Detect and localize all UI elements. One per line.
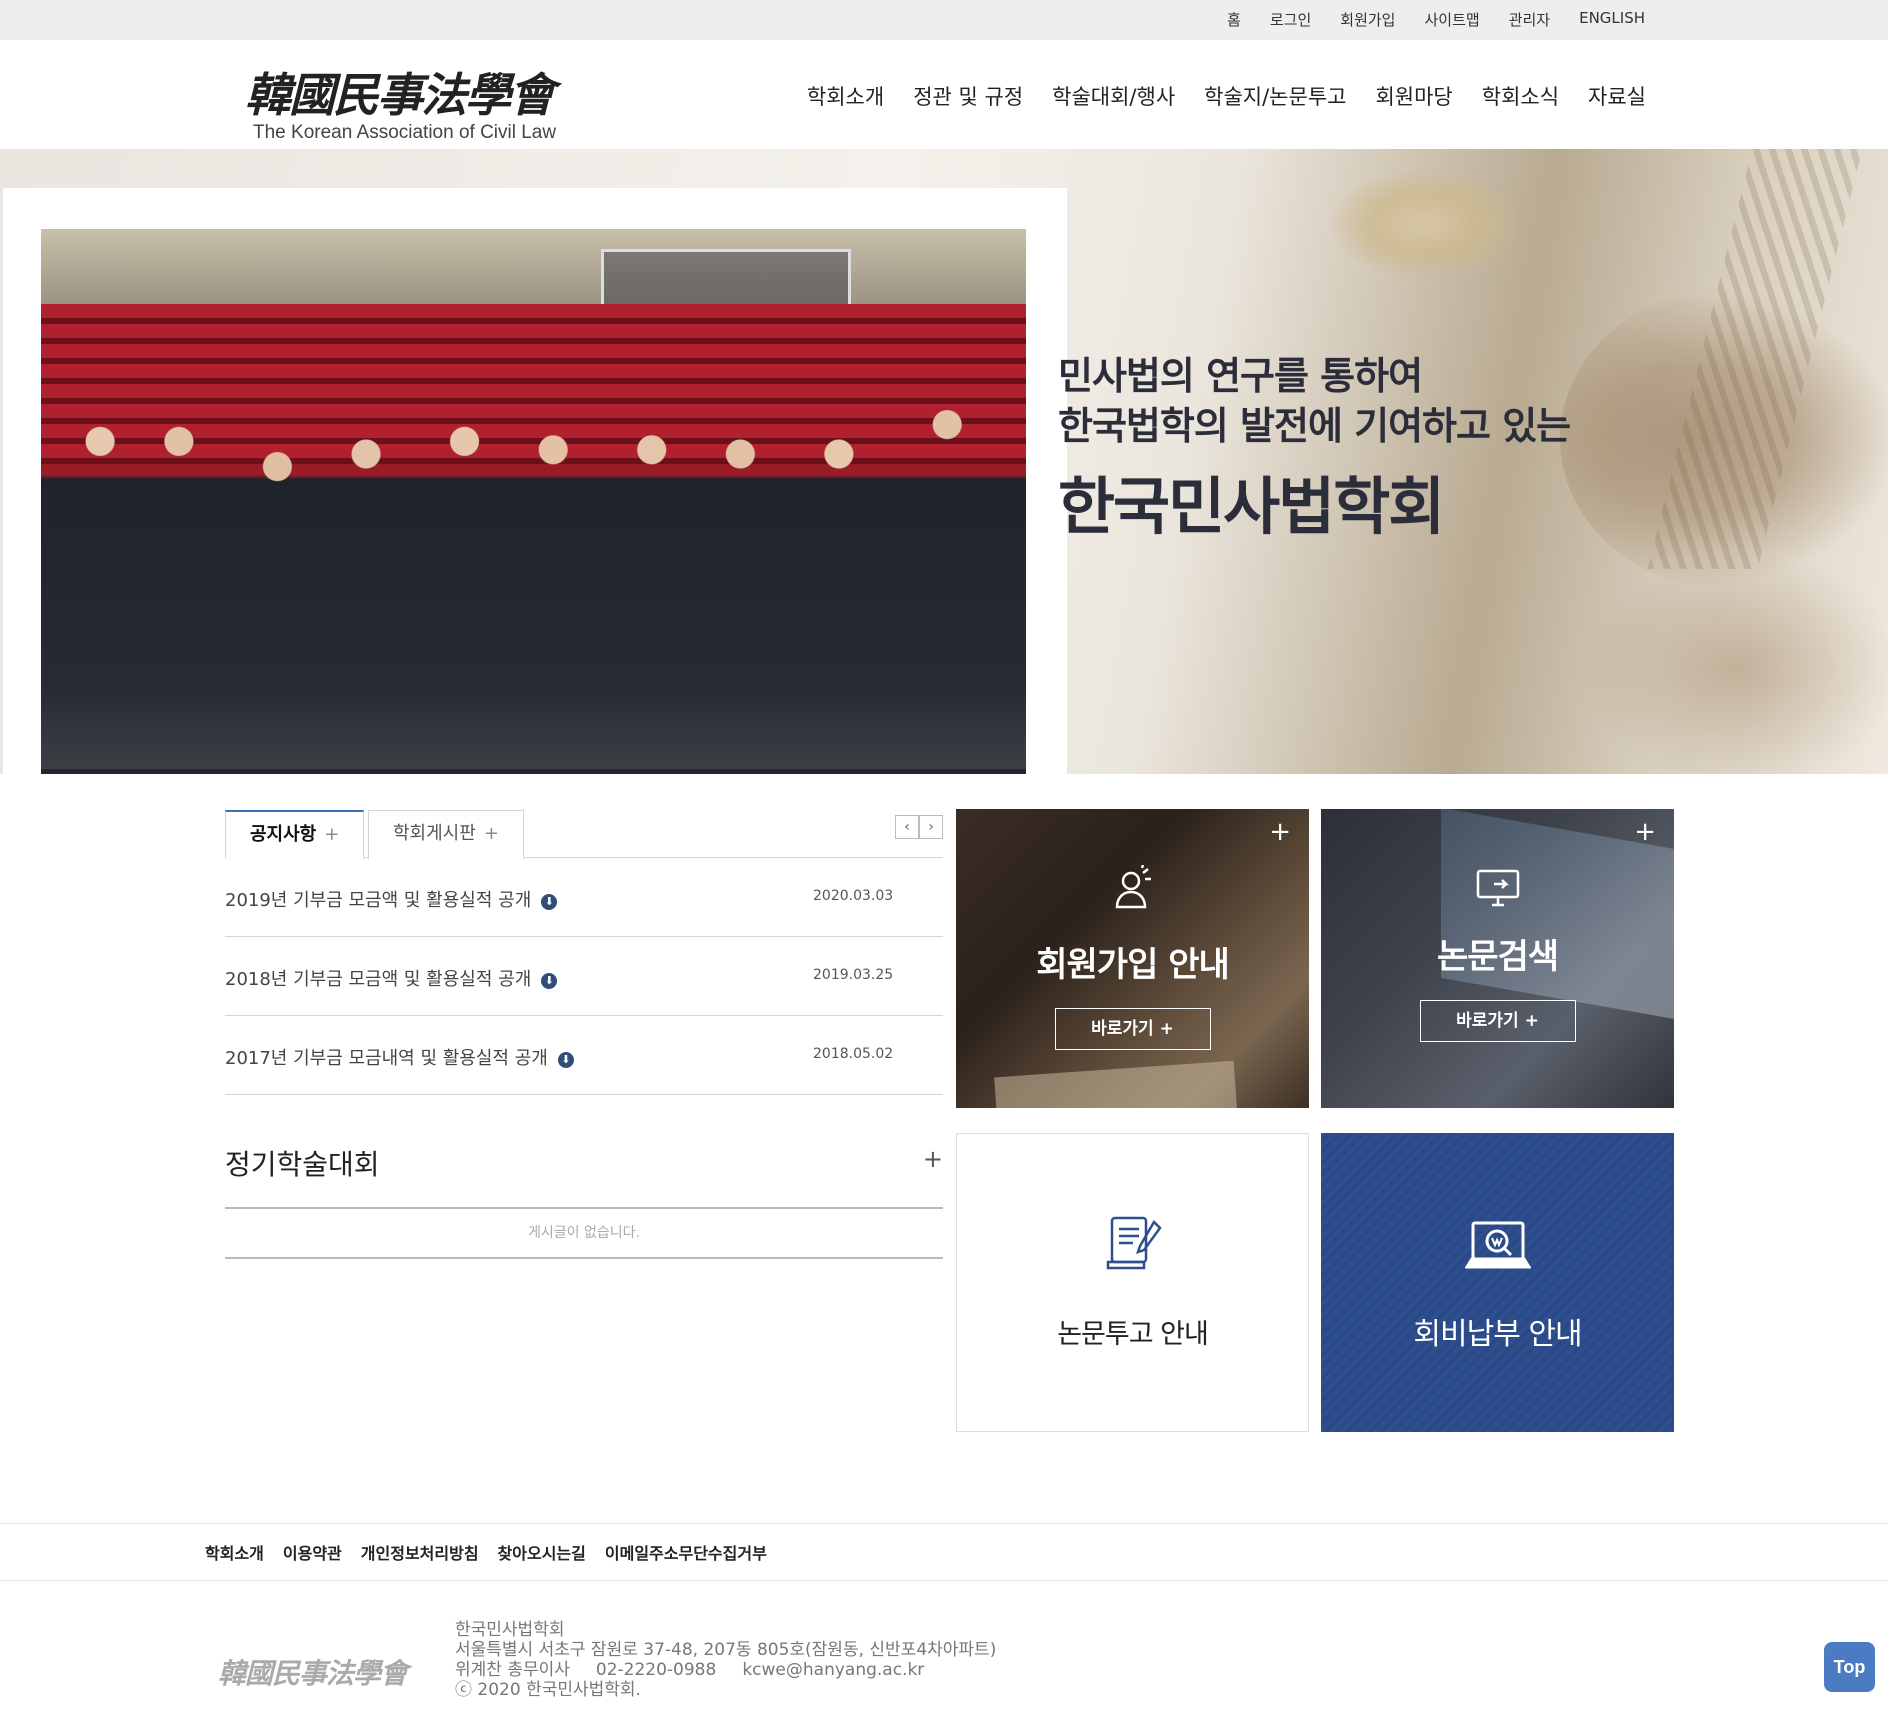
nav-conference[interactable]: 학술대회/행사 (1052, 81, 1175, 111)
conference-title-text: 정기학술대회 (225, 1148, 380, 1181)
post-title-text: 2017년 기부금 모금내역 및 활용실적 공개 (225, 1048, 548, 1069)
photo-ceiling (41, 229, 1026, 304)
main-nav: 학회소개 정관 및 규정 학술대회/행사 학술지/논문투고 회원마당 학회소식 … (807, 81, 1646, 111)
tab-notice[interactable]: 공지사항 + (225, 810, 365, 859)
hero-title: 한국민사법학회 (1058, 470, 1445, 543)
post-date: 2020.03.03 (813, 888, 894, 904)
post-title-text: 2019년 기부금 모금액 및 활용실적 공개 (225, 890, 532, 911)
footer-org: 한국민사법학회 (455, 1620, 565, 1640)
list-item[interactable]: 2018년 기부금 모금액 및 활용실적 공개 ⬇ 2019.03.25 (225, 937, 943, 1016)
notice-board: 공지사항 + 학회게시판 + ‹ › 2019년 기부금 모금액 및 활용실적 공개… (225, 810, 943, 1095)
util-signup[interactable]: 회원가입 (1340, 9, 1395, 30)
nav-journal[interactable]: 학술지/논문투고 (1204, 81, 1346, 111)
tab-board-label: 학회게시판 (393, 823, 476, 844)
footer-links: 학회소개 이용약관 개인정보처리방침 찾아오시는길 이메일주소무단수집거부 (205, 1540, 767, 1564)
photo-crowd (41, 349, 1026, 769)
empty-message: 게시글이 없습니다. (225, 1209, 943, 1259)
logo-hanja: 韓國民事法學會 (245, 68, 555, 122)
hero-line-1: 민사법의 연구를 통하여 (1058, 354, 1423, 398)
submission-guide-title: 논문투고 안내 (1057, 1319, 1209, 1350)
hero-gavel-decoration (1580, 549, 1888, 774)
footer-email[interactable]: kcwe@hanyang.ac.kr (742, 1660, 924, 1680)
plus-icon[interactable]: + (324, 824, 339, 845)
util-login[interactable]: 로그인 (1270, 9, 1311, 30)
util-english[interactable]: ENGLISH (1579, 9, 1645, 30)
tab-board[interactable]: 학회게시판 + (368, 810, 524, 859)
utility-nav: 홈 로그인 회원가입 사이트맵 관리자 ENGLISH (1227, 9, 1645, 30)
footer-link-email-policy[interactable]: 이메일주소무단수집거부 (605, 1540, 767, 1564)
scroll-top-button[interactable]: Top (1824, 1642, 1875, 1692)
nav-archive[interactable]: 자료실 (1588, 81, 1646, 111)
plus-icon[interactable]: + (484, 823, 499, 844)
plus-icon[interactable]: + (1269, 817, 1291, 847)
footer-contact: 위계찬 총무이사 02-2220-0988 kcwe@hanyang.ac.kr (455, 1660, 996, 1680)
paper-search-card[interactable]: + 논문검색 바로가기 + (1321, 809, 1674, 1108)
footer-nav: 학회소개 이용약관 개인정보처리방침 찾아오시는길 이메일주소무단수집거부 (0, 1523, 1888, 1581)
tab-notice-label: 공지사항 (250, 824, 317, 845)
monitor-icon (1474, 867, 1522, 920)
board-tabs: 공지사항 + 학회게시판 + ‹ › (225, 810, 943, 859)
membership-guide-title: 회원가입 안내 (1036, 945, 1230, 985)
header: 韓國民事法學會 The Korean Association of Civil … (0, 40, 1888, 148)
fee-guide-title: 회비납부 안내 (1413, 1317, 1582, 1352)
nav-members[interactable]: 회원마당 (1375, 81, 1452, 111)
hero-line-2: 한국법학의 발전에 기여하고 있는 (1058, 404, 1571, 448)
post-title[interactable]: 2018년 기부금 모금액 및 활용실적 공개 ⬇ (225, 965, 558, 991)
chevron-right-icon[interactable]: › (919, 815, 943, 839)
footer-copyright: ⓒ 2020 한국민사법학회. (455, 1680, 641, 1700)
post-date: 2019.03.25 (813, 967, 894, 983)
user-icon (1109, 864, 1157, 922)
chevron-left-icon[interactable]: ‹ (895, 815, 919, 839)
hero-text: 민사법의 연구를 통하여 한국법학의 발전에 기여하고 있는 한국민사법학회 (1058, 351, 1571, 549)
download-icon[interactable]: ⬇ (557, 1052, 574, 1068)
footer-link-privacy[interactable]: 개인정보처리방침 (361, 1540, 479, 1564)
footer-link-about[interactable]: 학회소개 (205, 1540, 264, 1564)
fee-guide-card[interactable]: 회비납부 안내 (1321, 1133, 1674, 1432)
download-icon[interactable]: ⬇ (541, 973, 558, 989)
nav-news[interactable]: 학회소식 (1482, 81, 1559, 111)
search-won-icon (1463, 1219, 1532, 1284)
plus-icon[interactable]: + (1634, 817, 1656, 847)
logo-english: The Korean Association of Civil Law (253, 122, 557, 143)
footer-contact-name: 위계찬 총무이사 (455, 1660, 570, 1680)
utility-bar: 홈 로그인 회원가입 사이트맵 관리자 ENGLISH (0, 0, 1888, 40)
util-admin[interactable]: 관리자 (1509, 9, 1550, 30)
document-icon (1102, 1212, 1164, 1283)
post-title[interactable]: 2019년 기부금 모금액 및 활용실적 공개 ⬇ (225, 886, 558, 912)
footer-link-directions[interactable]: 찾아오시는길 (498, 1540, 586, 1564)
post-title[interactable]: 2017년 기부금 모금내역 및 활용실적 공개 ⬇ (225, 1044, 574, 1070)
membership-go-button[interactable]: 바로가기 + (1054, 1008, 1211, 1050)
site-logo[interactable]: 韓國民事法學會 The Korean Association of Civil … (245, 67, 575, 147)
util-home[interactable]: 홈 (1227, 9, 1241, 30)
footer-logo: 韓國民事法學會 (218, 1657, 408, 1690)
post-title-text: 2018년 기부금 모금액 및 활용실적 공개 (225, 969, 532, 990)
util-sitemap[interactable]: 사이트맵 (1424, 9, 1479, 30)
conference-section: 정기학술대회 + 게시글이 없습니다. (225, 1145, 943, 1259)
list-item[interactable]: 2017년 기부금 모금내역 및 활용실적 공개 ⬇ 2018.05.02 (225, 1016, 943, 1095)
paper-search-title: 논문검색 (1436, 937, 1559, 977)
hero-coins-decoration (1330, 169, 1520, 279)
footer: 韓國民事法學會 한국민사법학회 서울특별시 서초구 잠원로 37-48, 207… (0, 1582, 1888, 1727)
download-icon[interactable]: ⬇ (541, 894, 558, 910)
list-item[interactable]: 2019년 기부금 모금액 및 활용실적 공개 ⬇ 2020.03.03 (225, 858, 943, 937)
membership-guide-card[interactable]: + 회원가입 안내 바로가기 + (956, 809, 1309, 1108)
nav-rules[interactable]: 정관 및 규정 (913, 81, 1023, 111)
group-photo (41, 229, 1026, 774)
post-date: 2018.05.02 (813, 1046, 894, 1062)
hero-banner: 민사법의 연구를 통하여 한국법학의 발전에 기여하고 있는 한국민사법학회 (0, 149, 1888, 774)
footer-phone: 02-2220-0988 (595, 1660, 717, 1680)
board-pager: ‹ › (895, 815, 943, 839)
footer-info: 한국민사법학회 서울특별시 서초구 잠원로 37-48, 207동 805호(잠… (455, 1620, 996, 1700)
submission-guide-card[interactable]: 논문투고 안내 (956, 1133, 1309, 1432)
nav-about[interactable]: 학회소개 (807, 81, 884, 111)
footer-link-terms[interactable]: 이용약관 (283, 1540, 342, 1564)
plus-icon[interactable]: + (923, 1139, 943, 1179)
footer-address: 서울특별시 서초구 잠원로 37-48, 207동 805호(잠원동, 신반포4… (455, 1640, 997, 1660)
search-go-button[interactable]: 바로가기 + (1419, 1000, 1576, 1042)
conference-title: 정기학술대회 + (225, 1145, 943, 1209)
